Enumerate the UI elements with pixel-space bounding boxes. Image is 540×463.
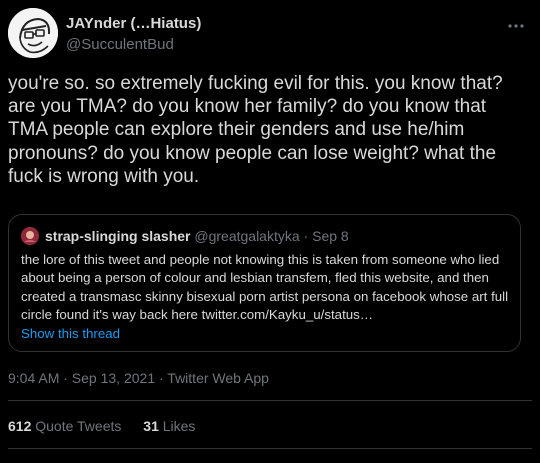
quoted-text: the lore of this tweet and people not kn… <box>21 252 509 322</box>
quoted-author-avatar <box>21 227 39 245</box>
quoted-date: Sep 8 <box>312 228 349 244</box>
quoted-header: strap-slinging slasher @greatgalaktyka ·… <box>45 228 349 244</box>
likes-link[interactable]: 31 Likes <box>143 418 195 434</box>
divider <box>8 448 532 449</box>
author-handle[interactable]: @SucculentBud <box>66 36 174 53</box>
likes-count: 31 <box>143 418 159 434</box>
engagement-stats: 612 Quote Tweets 31 Likes <box>8 418 213 434</box>
tweet-text: you're so. so extremely fucking evil for… <box>8 73 503 187</box>
quoted-handle: @greatgalaktyka <box>194 228 300 244</box>
tweet-timestamp[interactable]: 9:04 AM · Sep 13, 2021 · Twitter Web App <box>8 370 269 386</box>
divider <box>8 400 532 401</box>
doodle-face-avatar-icon <box>8 8 58 58</box>
more-horizontal-icon <box>508 24 524 28</box>
author-avatar[interactable] <box>8 8 58 58</box>
show-thread-link[interactable]: Show this thread <box>21 326 120 341</box>
quote-tweets-count: 612 <box>8 418 32 434</box>
likes-label: Likes <box>162 418 196 434</box>
quoted-tweet-card[interactable]: strap-slinging slasher @greatgalaktyka ·… <box>8 214 521 352</box>
author-display-name[interactable]: JAYnder (…Hiatus) <box>66 15 201 32</box>
quote-tweets-label: Quote Tweets <box>35 418 122 434</box>
more-options-button[interactable] <box>505 16 527 36</box>
tweet-detail: JAYnder (…Hiatus) @SucculentBud you're s… <box>0 0 540 463</box>
quote-tweets-link[interactable]: 612 Quote Tweets <box>8 418 121 434</box>
quoted-separator: · <box>303 228 309 244</box>
quoted-display-name: strap-slinging slasher <box>45 228 191 244</box>
